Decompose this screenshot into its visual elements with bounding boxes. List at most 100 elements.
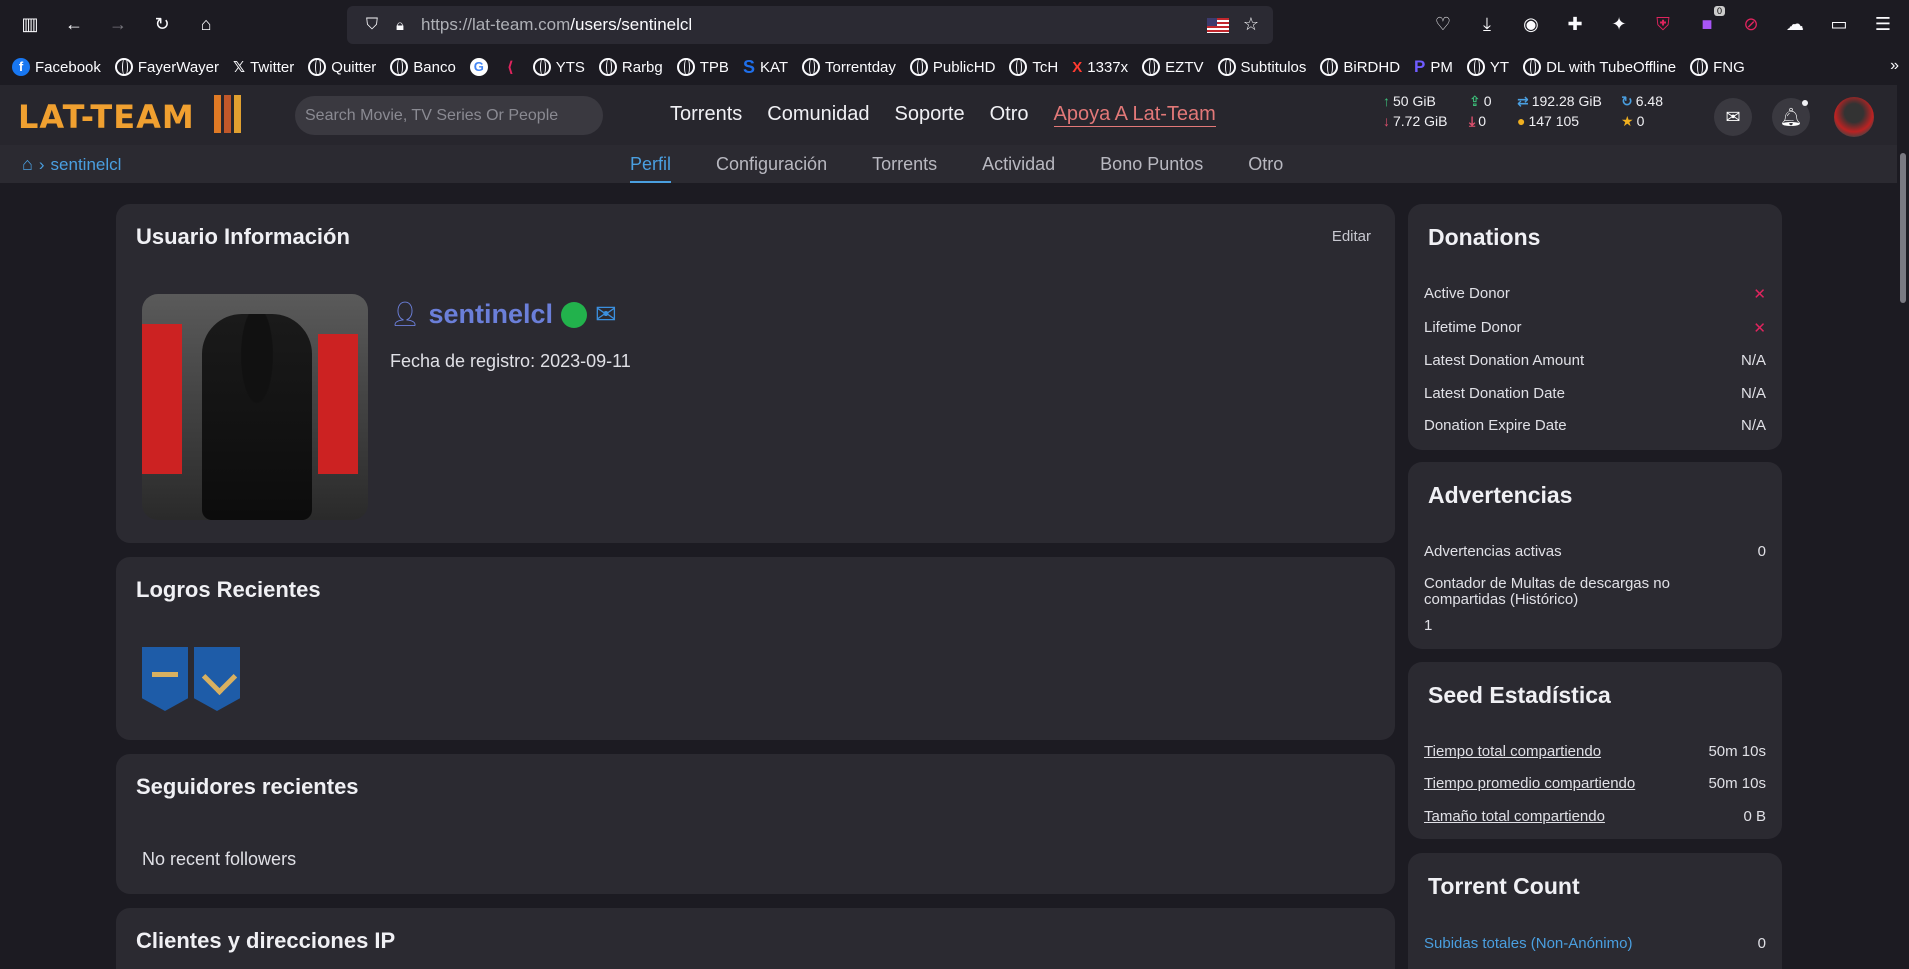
nav-otro[interactable]: Otro	[990, 103, 1029, 127]
bookmark-1337x[interactable]: X 1337x	[1072, 59, 1128, 76]
bookmark-label: FNG	[1713, 58, 1745, 76]
bookmark-pm[interactable]: P PM	[1414, 57, 1453, 77]
tab-configuracion[interactable]: Configuración	[716, 154, 827, 183]
seeding-value: 0	[1483, 93, 1492, 109]
pocket-icon[interactable]: ♡	[1423, 6, 1463, 42]
row-label: Active Donor	[1424, 285, 1510, 302]
chevron-right-icon[interactable]: »	[1890, 57, 1899, 75]
ublock-icon[interactable]: ⛨	[1643, 6, 1683, 42]
scrollbar-thumb[interactable]	[1900, 153, 1906, 303]
globe-icon	[1142, 58, 1161, 76]
nav-torrents[interactable]: Torrents	[670, 103, 742, 127]
bookmark-tpb[interactable]: TPB	[676, 58, 729, 76]
lock-icon[interactable]: 🔒︎	[387, 17, 413, 34]
warning-row: Advertencias activas 0	[1424, 543, 1766, 560]
extension-badge-icon[interactable]: ■ 0	[1687, 6, 1727, 42]
tab-torrents[interactable]: Torrents	[872, 154, 937, 183]
downloads-icon[interactable]: ⤓	[1467, 6, 1507, 42]
bookmark-fayerwayer[interactable]: FayerWayer	[114, 58, 219, 76]
bookmark-publichd[interactable]: PublicHD	[909, 58, 996, 76]
row-label[interactable]: Tiempo promedio compartiendo	[1424, 775, 1635, 792]
bookmark-star-icon[interactable]: ☆	[1243, 14, 1259, 35]
bookmark-yts[interactable]: YTS	[532, 58, 585, 76]
tab-perfil[interactable]: Perfil	[630, 154, 672, 183]
nav-comunidad[interactable]: Comunidad	[767, 103, 869, 127]
bookmark-label: KAT	[759, 58, 789, 76]
notifications-button[interactable]: 🔔︎	[1772, 98, 1810, 136]
shield-icon[interactable]: ⛉	[357, 16, 387, 34]
bookmark-tch[interactable]: TcH	[1009, 58, 1058, 76]
message-icon[interactable]: ✉	[595, 299, 617, 330]
username[interactable]: sentinelcl	[428, 299, 553, 330]
row-label: Donation Expire Date	[1424, 417, 1567, 434]
address-bar[interactable]: ⛉ 🔒︎ https://lat-team.com/users/sentinel…	[347, 6, 1273, 44]
extensions-icon[interactable]: ✚	[1555, 6, 1595, 42]
bookmark-quitter[interactable]: Quitter	[308, 58, 376, 76]
reload-icon[interactable]: ↻	[144, 7, 180, 43]
sidebar-icon[interactable]: ▥	[12, 7, 48, 43]
bookmark-red[interactable]: ⟨	[507, 58, 519, 76]
achievement-badge-icon[interactable]	[142, 647, 188, 711]
donations-panel: Donations Active Donor ✕ Lifetime Donor ✕ …	[1408, 204, 1782, 450]
chevron-right-icon: ›	[38, 154, 45, 174]
bookmark-yt[interactable]: YT	[1466, 58, 1509, 76]
home-icon[interactable]: ⌂	[188, 7, 224, 43]
edit-button[interactable]: Editar	[1332, 228, 1371, 245]
fl-stat[interactable]: ★ 0	[1621, 113, 1644, 130]
leeching-value: 0	[1478, 113, 1486, 129]
globe-icon	[532, 58, 551, 76]
row-label[interactable]: Tamaño total compartiendo	[1424, 808, 1605, 825]
globe-icon	[1217, 58, 1236, 76]
tab-actividad[interactable]: Actividad	[982, 154, 1055, 183]
tab-bono-puntos[interactable]: Bono Puntos	[1100, 154, 1203, 183]
bookmark-kat[interactable]: S KAT	[743, 57, 788, 78]
swap-icon: ⇄	[1517, 93, 1529, 109]
forward-icon[interactable]: →	[100, 7, 136, 43]
account-icon[interactable]: ◉	[1511, 6, 1551, 42]
achievement-badge-icon[interactable]	[194, 647, 240, 711]
home-icon[interactable]: ⌂	[22, 154, 33, 175]
bookmark-rarbg[interactable]: Rarbg	[598, 58, 663, 76]
inbox-button[interactable]: ✉	[1714, 98, 1752, 136]
tab-otro[interactable]: Otro	[1248, 154, 1283, 183]
reader-icon[interactable]: ▭	[1819, 6, 1859, 42]
back-icon[interactable]: ←	[56, 7, 92, 43]
puzzle-icon[interactable]: ☁	[1775, 6, 1815, 42]
extension-badge-count: 0	[1713, 6, 1725, 16]
bookmark-facebook[interactable]: f Facebook	[12, 58, 101, 76]
leeching-stat[interactable]: ⤓ 0	[1469, 113, 1486, 130]
extension-red-icon[interactable]: ⊘	[1731, 6, 1771, 42]
bookmark-torrentday[interactable]: Torrentday	[802, 58, 896, 76]
row-label[interactable]: Subidas totales (Non-Anónimo)	[1424, 935, 1632, 952]
flag-icon[interactable]	[1207, 18, 1229, 33]
row-label[interactable]: Tiempo total compartiendo	[1424, 743, 1601, 760]
bookmark-fng[interactable]: FNG	[1690, 58, 1745, 76]
facebook-icon: f	[12, 58, 30, 76]
page-scrollbar[interactable]	[1897, 145, 1909, 969]
user-avatar[interactable]	[1834, 97, 1874, 137]
url-text[interactable]: https://lat-team.com/users/sentinelcl	[421, 15, 692, 35]
bookmark-banco[interactable]: Banco	[390, 58, 456, 76]
bonus-stat[interactable]: ● 147 105	[1517, 113, 1579, 129]
site-logo[interactable]: LAT-TEAM	[18, 98, 195, 136]
bookmark-subtitulos[interactable]: Subtitulos	[1217, 58, 1306, 76]
arrow-down-icon: ↓	[1383, 113, 1390, 129]
globe-icon	[1009, 58, 1028, 76]
extension-icon[interactable]: ✦	[1599, 6, 1639, 42]
nav-apoya[interactable]: Apoya A Lat-Team	[1053, 103, 1216, 127]
menu-icon[interactable]: ☰	[1863, 6, 1903, 42]
bookmark-twitter[interactable]: 𝕏 Twitter	[233, 58, 294, 77]
bookmark-google[interactable]: G	[469, 58, 493, 76]
panel-title: Seguidores recientes	[136, 774, 359, 799]
bookmark-tubeoffline[interactable]: DL with TubeOffline	[1523, 58, 1676, 76]
seeding-stat[interactable]: ⇪ 0	[1469, 93, 1492, 110]
breadcrumb-user[interactable]: sentinelcl	[51, 155, 122, 175]
donation-row: Active Donor ✕	[1424, 285, 1766, 303]
bookmark-birdhd[interactable]: BiRDHD	[1320, 58, 1400, 76]
search-input[interactable]: Search Movie, TV Series Or People	[295, 96, 603, 135]
bookmark-eztv[interactable]: EZTV	[1142, 58, 1204, 76]
panel-title: Torrent Count	[1428, 873, 1580, 899]
bookmark-label: PublicHD	[932, 58, 996, 76]
breadcrumb: ⌂ › sentinelcl	[22, 154, 121, 175]
nav-soporte[interactable]: Soporte	[895, 103, 965, 127]
